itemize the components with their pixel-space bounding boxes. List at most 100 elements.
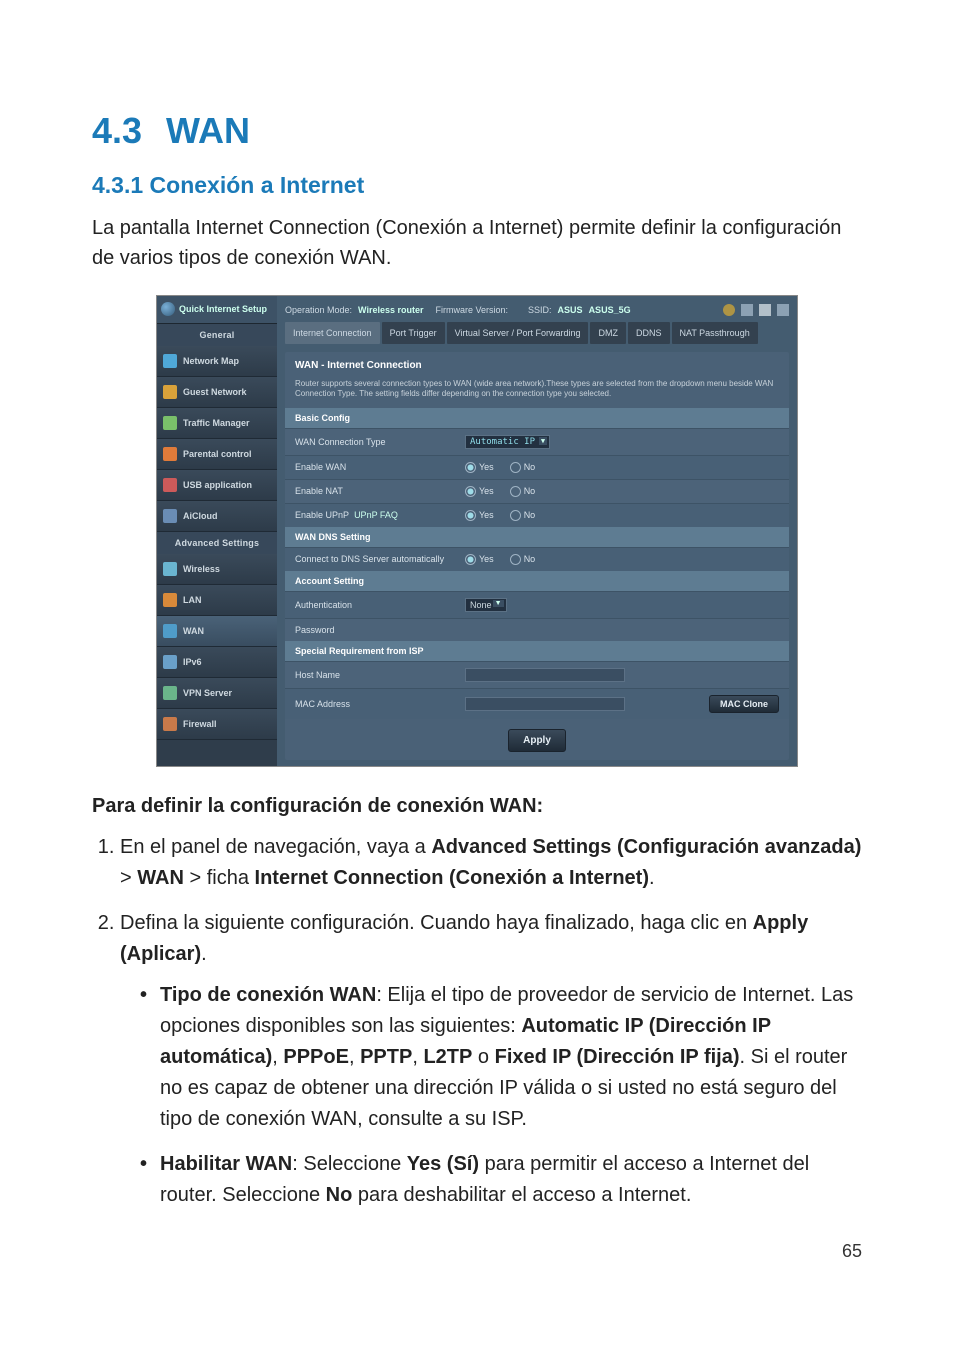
row-password: Password bbox=[285, 618, 789, 641]
topbar-icons bbox=[723, 304, 789, 316]
traffic-manager-icon bbox=[163, 416, 177, 430]
tab-nat-passthrough[interactable]: NAT Passthrough bbox=[672, 322, 758, 344]
operation-mode-label: Operation Mode: bbox=[285, 305, 352, 315]
input-host-name[interactable] bbox=[465, 668, 625, 682]
sidebar-item-aicloud[interactable]: AiCloud bbox=[157, 501, 277, 532]
step-1: En el panel de navegación, vaya a Advanc… bbox=[120, 832, 862, 894]
ssid-value-2[interactable]: ASUS_5G bbox=[589, 305, 631, 315]
radio-enable-upnp-yes[interactable]: Yes bbox=[465, 510, 494, 521]
section-isp-requirement: Special Requirement from ISP bbox=[285, 641, 789, 661]
row-enable-wan: Enable WAN Yes No bbox=[285, 455, 789, 479]
sidebar-item-label: Network Map bbox=[183, 356, 239, 366]
tab-ddns[interactable]: DDNS bbox=[628, 322, 670, 344]
sidebar-item-label: IPv6 bbox=[183, 657, 202, 667]
sidebar-item-usb-application[interactable]: USB application bbox=[157, 470, 277, 501]
ipv6-icon bbox=[163, 655, 177, 669]
link-upnp-faq[interactable]: UPnP FAQ bbox=[354, 510, 398, 520]
label-enable-wan: Enable WAN bbox=[285, 456, 455, 478]
heading-title: WAN bbox=[166, 110, 250, 151]
section-wan-dns: WAN DNS Setting bbox=[285, 527, 789, 547]
sidebar-item-vpn-server[interactable]: VPN Server bbox=[157, 678, 277, 709]
sidebar-item-label: VPN Server bbox=[183, 688, 232, 698]
main-panel: Operation Mode: Wireless router Firmware… bbox=[277, 296, 797, 766]
operation-mode-value[interactable]: Wireless router bbox=[358, 305, 423, 315]
step-2-bullets: Tipo de conexión WAN: Elija el tipo de p… bbox=[120, 980, 862, 1211]
intro-paragraph: La pantalla Internet Connection (Conexió… bbox=[92, 213, 862, 273]
sidebar-item-label: WAN bbox=[183, 626, 204, 636]
language-icon[interactable] bbox=[777, 304, 789, 316]
tab-bar: Internet Connection Port Trigger Virtual… bbox=[285, 322, 789, 344]
sidebar-item-label: Parental control bbox=[183, 449, 252, 459]
row-enable-nat: Enable NAT YesNo bbox=[285, 479, 789, 503]
label-authentication: Authentication bbox=[285, 594, 455, 616]
sidebar-item-wireless[interactable]: Wireless bbox=[157, 554, 277, 585]
radio-enable-wan-no[interactable]: No bbox=[510, 462, 536, 473]
ssid-label: SSID: bbox=[528, 305, 552, 315]
qis-label: Quick Internet Setup bbox=[179, 304, 267, 314]
select-wan-connection-type[interactable]: Automatic IP bbox=[465, 435, 550, 449]
usb-icon[interactable] bbox=[759, 304, 771, 316]
instructions-title: Para definir la configuración de conexió… bbox=[92, 795, 862, 818]
topbar: Operation Mode: Wireless router Firmware… bbox=[285, 302, 789, 322]
button-apply[interactable]: Apply bbox=[508, 729, 566, 752]
user-icon[interactable] bbox=[723, 304, 735, 316]
radio-dns-no[interactable]: No bbox=[510, 554, 536, 565]
sidebar-item-traffic-manager[interactable]: Traffic Manager bbox=[157, 408, 277, 439]
label-enable-upnp: Enable UPnP UPnP FAQ bbox=[285, 504, 455, 526]
aicloud-icon bbox=[163, 509, 177, 523]
page-subheading: 4.3.1 Conexión a Internet bbox=[92, 172, 862, 199]
radio-enable-nat-no[interactable]: No bbox=[510, 486, 536, 497]
tab-dmz[interactable]: DMZ bbox=[590, 322, 626, 344]
sidebar-general-header: General bbox=[157, 324, 277, 346]
qis-icon bbox=[161, 302, 175, 316]
page-number: 65 bbox=[92, 1241, 862, 1262]
lan-icon bbox=[163, 593, 177, 607]
sidebar-item-wan[interactable]: WAN bbox=[157, 616, 277, 647]
tab-internet-connection[interactable]: Internet Connection bbox=[285, 322, 380, 344]
sidebar-qis[interactable]: Quick Internet Setup bbox=[157, 296, 277, 324]
sidebar: Quick Internet Setup General Network Map… bbox=[157, 296, 277, 766]
sidebar-item-parental-control[interactable]: Parental control bbox=[157, 439, 277, 470]
row-host-name: Host Name bbox=[285, 661, 789, 688]
signal-icon[interactable] bbox=[741, 304, 753, 316]
sidebar-item-label: LAN bbox=[183, 595, 202, 605]
input-mac-address[interactable] bbox=[465, 697, 625, 711]
sidebar-item-lan[interactable]: LAN bbox=[157, 585, 277, 616]
label-password: Password bbox=[285, 619, 455, 641]
apply-row: Apply bbox=[285, 719, 789, 760]
ssid-value-1[interactable]: ASUS bbox=[558, 305, 583, 315]
row-mac-address: MAC Address MAC Clone bbox=[285, 688, 789, 719]
row-wan-connection-type: WAN Connection Type Automatic IP bbox=[285, 428, 789, 455]
label-mac-address: MAC Address bbox=[285, 693, 455, 715]
sidebar-item-guest-network[interactable]: Guest Network bbox=[157, 377, 277, 408]
radio-enable-nat-yes[interactable]: Yes bbox=[465, 486, 494, 497]
page-heading: 4.3 WAN bbox=[92, 110, 862, 152]
sidebar-item-label: Guest Network bbox=[183, 387, 247, 397]
sidebar-item-label: AiCloud bbox=[183, 511, 218, 521]
label-host-name: Host Name bbox=[285, 664, 455, 686]
section-basic-config: Basic Config bbox=[285, 408, 789, 428]
heading-number: 4.3 bbox=[92, 110, 142, 151]
radio-enable-wan-yes[interactable]: Yes bbox=[465, 462, 494, 473]
sidebar-item-ipv6[interactable]: IPv6 bbox=[157, 647, 277, 678]
guest-network-icon bbox=[163, 385, 177, 399]
tab-port-trigger[interactable]: Port Trigger bbox=[382, 322, 445, 344]
row-authentication: Authentication None bbox=[285, 591, 789, 618]
radio-dns-yes[interactable]: Yes bbox=[465, 554, 494, 565]
firewall-icon bbox=[163, 717, 177, 731]
sidebar-item-network-map[interactable]: Network Map bbox=[157, 346, 277, 377]
label-dns-auto: Connect to DNS Server automatically bbox=[285, 548, 455, 570]
tab-virtual-server[interactable]: Virtual Server / Port Forwarding bbox=[447, 322, 589, 344]
wan-icon bbox=[163, 624, 177, 638]
instruction-steps: En el panel de navegación, vaya a Advanc… bbox=[92, 832, 862, 1211]
sidebar-item-firewall[interactable]: Firewall bbox=[157, 709, 277, 740]
firmware-version-label: Firmware Version: bbox=[436, 305, 509, 315]
parental-control-icon bbox=[163, 447, 177, 461]
button-mac-clone[interactable]: MAC Clone bbox=[709, 695, 779, 713]
bullet-wan-type: Tipo de conexión WAN: Elija el tipo de p… bbox=[140, 980, 862, 1135]
select-authentication[interactable]: None bbox=[465, 598, 507, 612]
step-2: Defina la siguiente configuración. Cuand… bbox=[120, 908, 862, 1211]
radio-enable-upnp-no[interactable]: No bbox=[510, 510, 536, 521]
row-dns-auto: Connect to DNS Server automatically Yes N… bbox=[285, 547, 789, 571]
wireless-icon bbox=[163, 562, 177, 576]
